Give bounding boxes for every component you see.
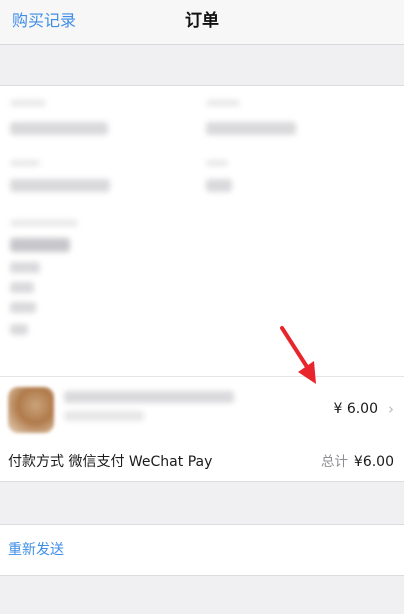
redacted-value [10, 238, 70, 252]
redacted-value [10, 122, 108, 135]
bottom-background [0, 576, 404, 614]
total-value: ¥6.00 [353, 454, 394, 470]
redacted-value [10, 302, 36, 313]
purchased-item-row[interactable]: ¥ 6.00 › [0, 376, 404, 444]
navigation-bar: 购买记录 订单 [0, 0, 404, 45]
section-gap [0, 45, 404, 86]
redacted-label [206, 100, 240, 106]
redacted-label [10, 100, 46, 106]
redacted-value [10, 282, 34, 293]
payment-row: 付款方式 微信支付 WeChat Pay 总计 ¥6.00 [0, 443, 404, 482]
redacted-label [10, 220, 78, 226]
redacted-value [10, 324, 28, 335]
resend-row[interactable]: 重新发送 [0, 525, 404, 576]
redacted-value [10, 262, 40, 273]
item-price: ¥ 6.00 [333, 401, 378, 417]
total-label: 总计 [321, 454, 348, 470]
redacted-label [206, 160, 228, 166]
order-details-redacted [0, 86, 404, 376]
redacted-label [10, 160, 40, 166]
payment-method: 付款方式 微信支付 WeChat Pay [8, 454, 213, 470]
app-icon [8, 387, 54, 433]
section-gap [0, 482, 404, 525]
redacted-value [10, 179, 110, 192]
chevron-right-icon[interactable]: › [388, 399, 394, 419]
resend-button[interactable]: 重新发送 [8, 540, 64, 560]
redacted-value [206, 179, 232, 192]
redacted-item-name [64, 391, 234, 403]
redacted-value [206, 122, 296, 135]
redacted-item-subtitle [64, 411, 144, 421]
page-title: 订单 [185, 11, 219, 31]
